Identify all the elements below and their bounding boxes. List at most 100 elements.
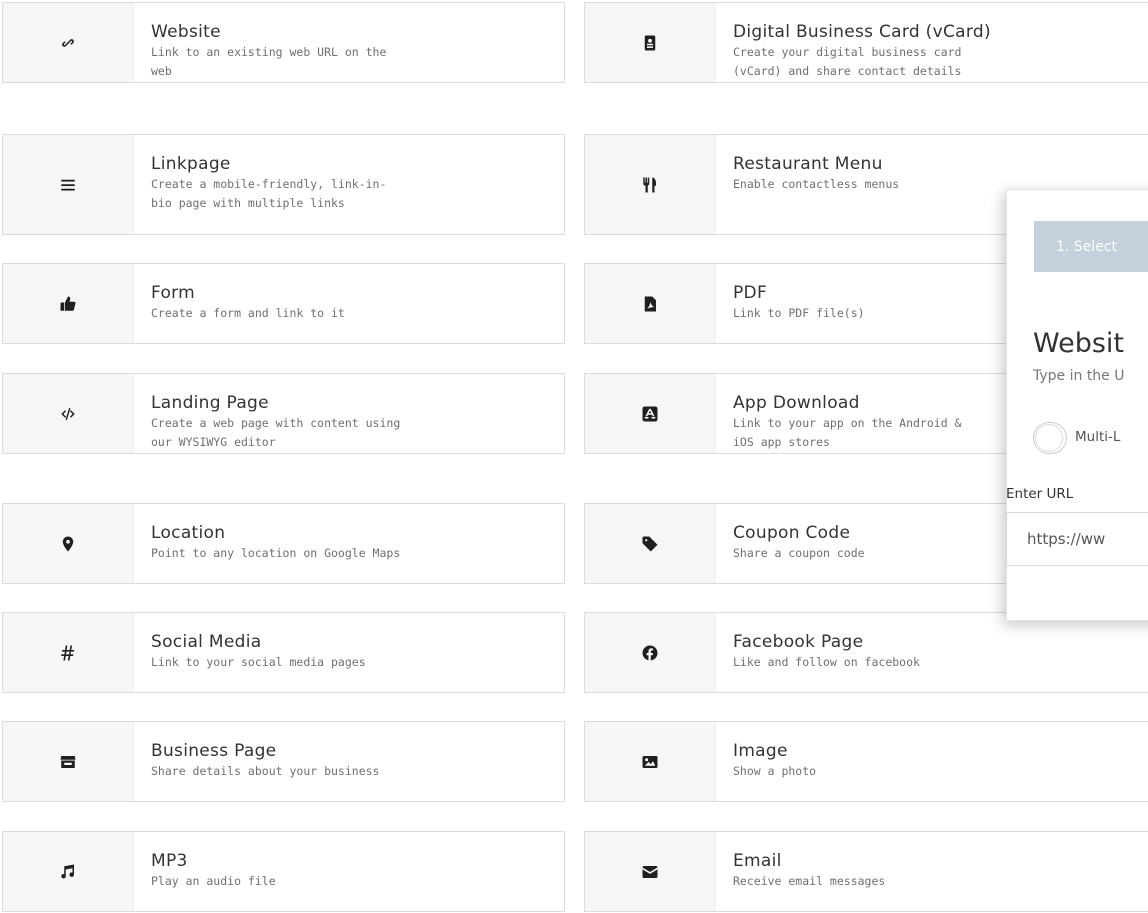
card-title: Location [151,523,226,543]
card-title: Facebook Page [733,632,864,652]
facebook-icon [641,644,659,662]
card-text: Landing Page Create a web page with conte… [134,374,401,453]
tag-icon [641,535,659,553]
card-title: Business Page [151,741,277,761]
card-title: Email [733,851,782,871]
card-icon-box [3,374,134,453]
card-description: Enable contactless menus [733,177,900,191]
qr-type-card-landing-page[interactable]: Landing Page Create a web page with conte… [2,373,565,454]
store-icon [59,753,77,771]
card-icon-box [585,135,716,234]
utensils-icon [641,176,659,194]
card-title: Linkpage [151,154,231,174]
toggle-knob [1035,424,1063,452]
card-text: App Download Link to your app on the Andr… [716,374,983,453]
qr-type-card-website[interactable]: Website Link to an existing web URL on th… [2,2,565,83]
card-title: PDF [733,283,768,303]
card-description: Link to PDF file(s) [733,306,865,320]
qr-type-card-digital-business-card-vcard[interactable]: Digital Business Card (vCard) Create your… [584,2,1148,83]
card-description: Like and follow on facebook [733,655,920,669]
step-select-button[interactable]: 1. Select [1034,221,1148,272]
qr-type-card-form[interactable]: Form Create a form and link to it [2,263,565,344]
card-text: Location Point to any location on Google … [134,504,400,583]
card-icon-box [3,832,134,911]
card-text: Restaurant Menu Enable contactless menus [716,135,899,234]
qr-type-card-mp3[interactable]: MP3 Play an audio file [2,831,565,912]
card-icon-box [585,504,716,583]
card-icon-box [585,3,716,82]
card-icon-box [3,722,134,801]
thumbs-up-icon [59,295,77,313]
card-title: Digital Business Card (vCard) [733,22,991,42]
card-description: Receive email messages [733,874,886,888]
card-text: PDF Link to PDF file(s) [716,264,865,343]
app-store-icon [641,405,659,423]
card-icon-box [3,504,134,583]
card-title: App Download [733,393,860,413]
card-description: Point to any location on Google Maps [151,546,401,560]
pdf-icon [641,295,659,313]
multi-link-label: Multi-L [1075,429,1121,445]
card-text: Image Show a photo [716,722,816,801]
card-description: Create a mobile-friendly, link-in-bio pa… [151,177,387,210]
image-icon [641,753,659,771]
card-title: Image [733,741,788,761]
card-icon-box [3,3,134,82]
card-description: Create a form and link to it [151,306,345,320]
hashtag-icon [59,644,77,662]
card-description: Share a coupon code [733,546,865,560]
url-input[interactable] [1006,512,1148,566]
card-text: Form Create a form and link to it [134,264,345,343]
music-note-icon [59,863,77,881]
code-icon [59,405,77,423]
map-pin-icon [59,535,77,553]
vcard-icon [641,34,659,52]
card-title: Social Media [151,632,262,652]
card-icon-box [585,832,716,911]
qr-type-card-social-media[interactable]: Social Media Link to your social media pa… [2,612,565,693]
card-icon-box [3,264,134,343]
card-title: Restaurant Menu [733,154,883,174]
card-description: Link to an existing web URL on the web [151,45,387,78]
card-text: Email Receive email messages [716,832,885,911]
qr-type-card-business-page[interactable]: Business Page Share details about your bu… [2,721,565,802]
card-description: Share details about your business [151,764,380,778]
qr-type-card-location[interactable]: Location Point to any location on Google … [2,503,565,584]
card-icon-box [585,264,716,343]
card-description: Play an audio file [151,874,276,888]
multi-link-toggle[interactable] [1033,422,1067,454]
card-title: MP3 [151,851,188,871]
qr-type-card-linkpage[interactable]: Linkpage Create a mobile-friendly, link-i… [2,134,565,235]
qr-type-card-image[interactable]: Image Show a photo [584,721,1148,802]
card-text: Social Media Link to your social media pa… [134,613,366,692]
panel-subtitle: Type in the U [1033,368,1125,384]
card-text: Business Page Share details about your bu… [134,722,379,801]
card-description: Link to your social media pages [151,655,366,669]
card-description: Create a web page with content using our… [151,416,401,449]
card-icon-box [3,135,134,234]
card-text: Coupon Code Share a coupon code [716,504,865,583]
card-icon-box [585,722,716,801]
menu-lines-icon [59,176,77,194]
card-text: Facebook Page Like and follow on facebook [716,613,920,692]
qr-setup-panel: 1. Select Websit Type in the U Multi-L E… [1006,189,1148,621]
card-title: Website [151,22,221,42]
card-text: Website Link to an existing web URL on th… [134,3,401,82]
card-description: Show a photo [733,764,817,778]
card-text: Digital Business Card (vCard) Create your… [716,3,991,82]
card-icon-box [585,613,716,692]
envelope-icon [641,863,659,881]
card-text: MP3 Play an audio file [134,832,276,911]
card-description: Create your digital business card (vCard… [733,45,962,78]
qr-type-card-facebook-page[interactable]: Facebook Page Like and follow on facebook [584,612,1148,693]
card-icon-box [3,613,134,692]
card-title: Landing Page [151,393,269,413]
card-text: Linkpage Create a mobile-friendly, link-i… [134,135,401,234]
qr-type-card-email[interactable]: Email Receive email messages [584,831,1148,912]
card-icon-box [585,374,716,453]
panel-title: Websit [1033,328,1125,359]
url-field-label: Enter URL [1006,486,1074,502]
card-title: Coupon Code [733,523,851,543]
card-title: Form [151,283,196,303]
card-description: Link to your app on the Android & iOS ap… [733,416,962,449]
